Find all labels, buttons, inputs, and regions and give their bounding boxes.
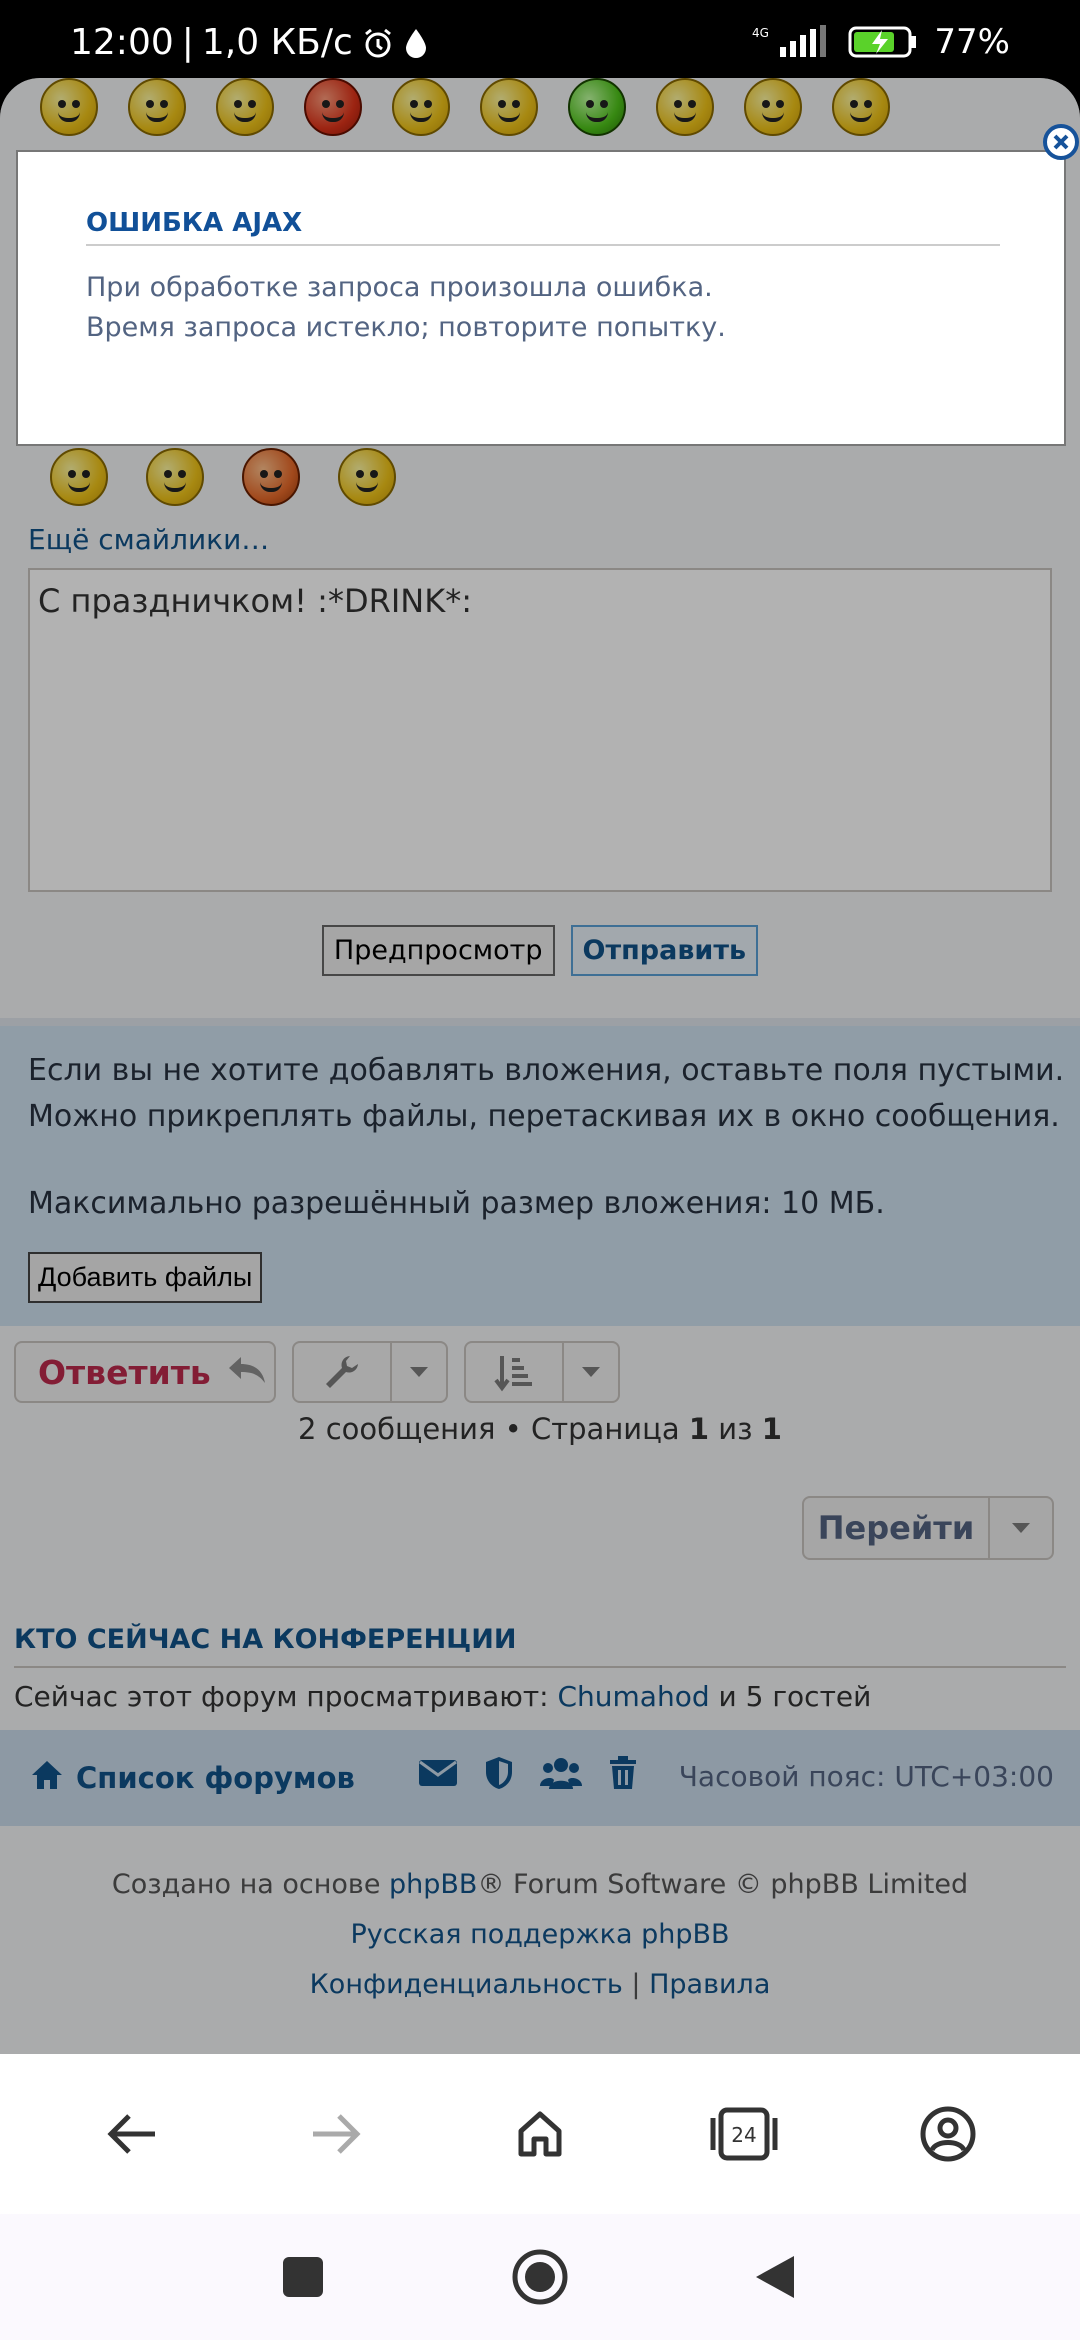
home-icon[interactable]	[490, 2084, 590, 2184]
status-time: 12:00	[70, 22, 174, 63]
drop-icon	[403, 27, 429, 59]
back-button-icon[interactable]	[740, 2242, 810, 2312]
status-right: 4G 77%	[752, 22, 1010, 62]
system-navigation-bar	[0, 2214, 1080, 2340]
alert-message: При обработке запроса произошла ошибка. …	[86, 268, 726, 348]
forward-arrow-icon[interactable]	[286, 2084, 386, 2184]
divider	[86, 244, 1000, 246]
network-type: 4G	[752, 26, 769, 40]
status-left: 12:00 | 1,0 КБ/с	[70, 22, 429, 63]
status-divider: |	[181, 22, 194, 63]
alarm-icon	[361, 26, 395, 60]
tabs-icon[interactable]: 24	[694, 2084, 794, 2184]
network-speed: 1,0 КБ/с	[201, 22, 353, 63]
tab-count: 24	[731, 2123, 756, 2147]
browser-toolbar: 24	[0, 2054, 1080, 2214]
alert-message-line1: При обработке запроса произошла ошибка.	[86, 272, 713, 303]
signal-icon: 4G	[752, 25, 832, 59]
ajax-error-dialog: ОШИБКА AJAX При обработке запроса произо…	[16, 150, 1066, 446]
close-icon[interactable]	[1043, 124, 1079, 160]
back-arrow-icon[interactable]	[82, 2084, 182, 2184]
battery-level: 77%	[934, 22, 1010, 62]
recent-apps-icon[interactable]	[268, 2242, 338, 2312]
account-icon[interactable]	[898, 2084, 998, 2184]
battery-icon	[848, 24, 918, 60]
alert-message-line2: Время запроса истекло; повторите попытку…	[86, 312, 726, 343]
home-button-icon[interactable]	[505, 2242, 575, 2312]
alert-title: ОШИБКА AJAX	[86, 208, 303, 238]
